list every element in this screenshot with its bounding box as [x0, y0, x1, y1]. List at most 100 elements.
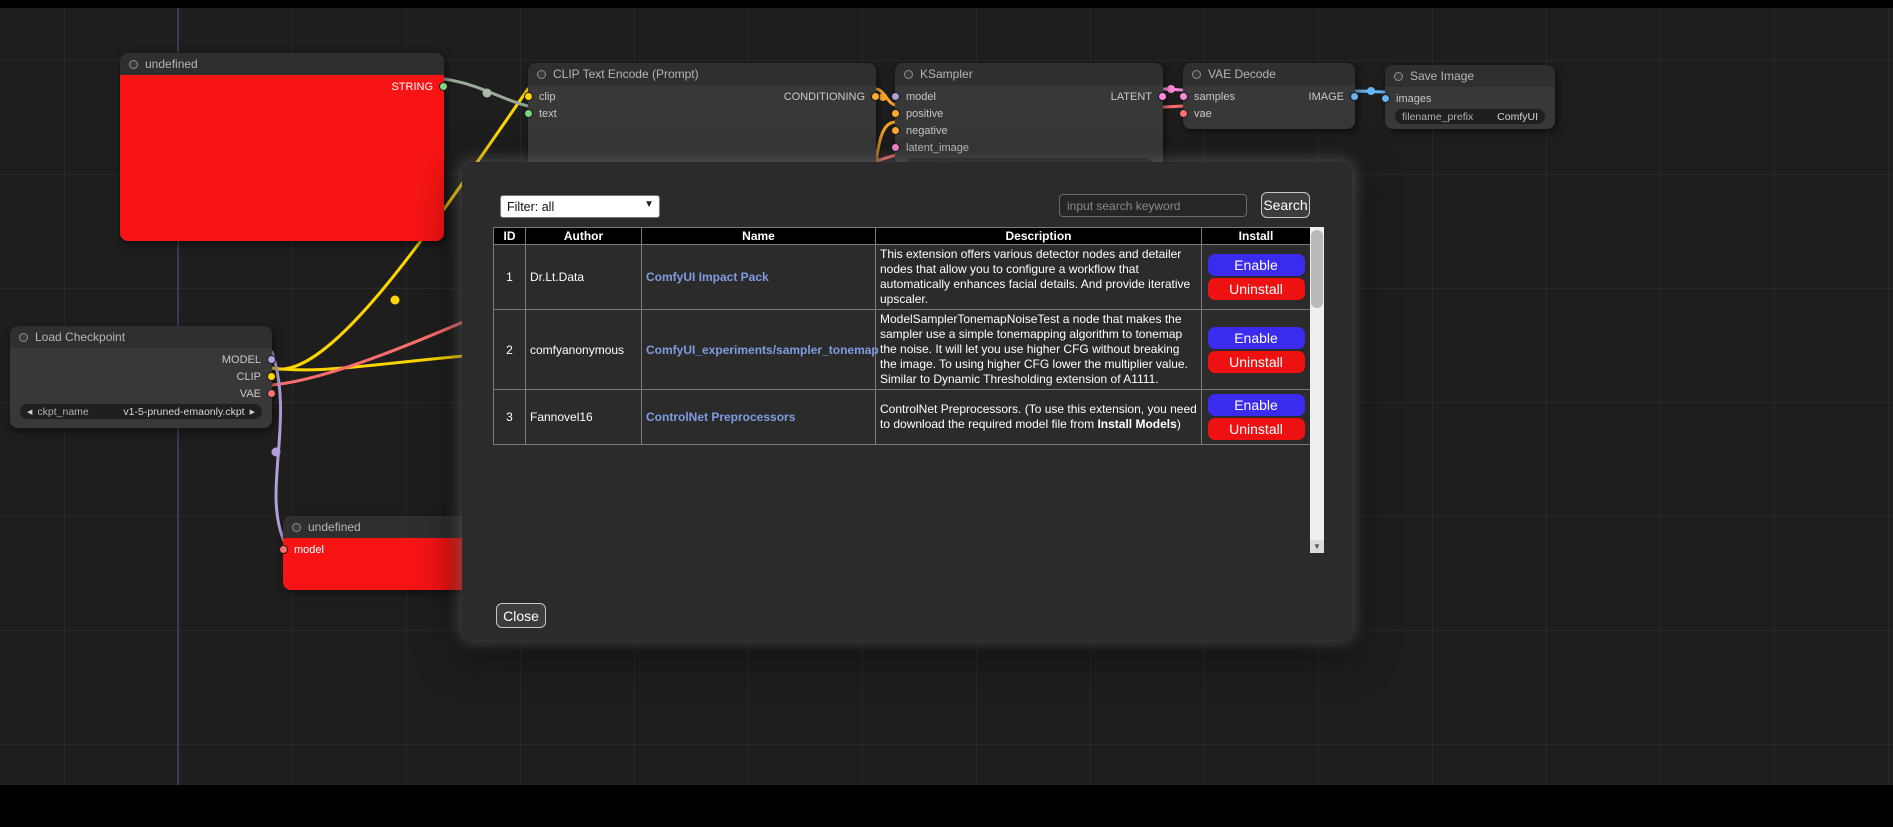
extension-description: ControlNet Preprocessors. (To use this e… [876, 390, 1202, 445]
node-header[interactable]: CLIP Text Encode (Prompt) [528, 63, 876, 85]
wire-string [444, 79, 528, 106]
decrement-arrow-icon[interactable]: ◀ [27, 408, 32, 416]
node-vae-decode[interactable]: VAE Decode samplesIMAGEvae [1183, 63, 1355, 129]
enable-button[interactable]: Enable [1208, 327, 1305, 349]
output-dot[interactable] [267, 355, 276, 364]
node-title: KSampler [920, 67, 973, 81]
close-button[interactable]: Close [496, 603, 546, 628]
extension-name-cell: ComfyUI Impact Pack [642, 245, 876, 310]
scroll-down-arrow-icon[interactable]: ▼ [1310, 540, 1324, 553]
comfyui-screen: undefined STRING CLIP Text Encode (Promp… [0, 0, 1893, 827]
latent-output-slot[interactable]: LATENT [1111, 88, 1167, 105]
images-input-slot[interactable]: images [1381, 90, 1431, 107]
vae-input-slot[interactable]: vae [1179, 105, 1212, 122]
search-input[interactable] [1059, 194, 1247, 217]
input-dot[interactable] [1381, 94, 1390, 103]
output-dot[interactable] [1158, 92, 1167, 101]
text-input-slot[interactable]: text [524, 105, 557, 122]
input-dot[interactable] [891, 109, 900, 118]
string-output-slot[interactable]: STRING [391, 78, 448, 95]
samples-input-slot[interactable]: samples [1179, 88, 1235, 105]
output-dot[interactable] [439, 82, 448, 91]
node-title: undefined [145, 57, 198, 71]
output-label: CONDITIONING [784, 91, 865, 103]
extension-id: 1 [494, 245, 526, 310]
conditioning-output-slot[interactable]: CONDITIONING [784, 88, 880, 105]
output-dot[interactable] [267, 372, 276, 381]
node-header[interactable]: VAE Decode [1183, 63, 1355, 85]
column-header-name: Name [642, 228, 876, 245]
model-input-slot[interactable]: model [279, 541, 324, 558]
model-output-slot[interactable]: MODEL [222, 351, 276, 368]
filter-select[interactable]: Filter: all [500, 195, 660, 218]
wire-midpoint-dot [272, 448, 281, 457]
uninstall-button[interactable]: Uninstall [1208, 351, 1305, 373]
collapse-dot-icon[interactable] [19, 333, 28, 342]
extension-table: IDAuthorNameDescriptionInstall 1Dr.Lt.Da… [493, 227, 1311, 445]
extension-link[interactable]: ComfyUI_experiments/sampler_tonemap [646, 343, 879, 357]
collapse-dot-icon[interactable] [292, 523, 301, 532]
wire-midpoint-dot [483, 89, 492, 98]
input-dot[interactable] [524, 109, 533, 118]
extension-row: 3Fannovel16ControlNet PreprocessorsContr… [494, 390, 1311, 445]
vae-output-slot[interactable]: VAE [240, 385, 276, 402]
node-save-image[interactable]: Save Image images filename_prefixComfyUI [1385, 65, 1555, 129]
table-scrollbar[interactable]: ▼ [1310, 227, 1324, 553]
scrollbar-thumb[interactable] [1311, 230, 1323, 308]
extension-name-cell: ComfyUI_experiments/sampler_tonemap [642, 310, 876, 390]
column-header-description: Description [876, 228, 1202, 245]
clip-output-slot[interactable]: CLIP [237, 368, 276, 385]
input-dot[interactable] [279, 545, 288, 554]
input-dot[interactable] [524, 92, 533, 101]
enable-button[interactable]: Enable [1208, 254, 1305, 276]
node-header[interactable]: KSampler [895, 63, 1163, 85]
input-dot[interactable] [891, 92, 900, 101]
filter-select-wrap: Filter: all ▼ [500, 195, 660, 218]
node-header[interactable]: undefined [120, 53, 444, 75]
collapse-dot-icon[interactable] [1192, 70, 1201, 79]
collapse-dot-icon[interactable] [1394, 72, 1403, 81]
ckpt_name-widget[interactable]: ◀ckpt_namev1-5-pruned-emaonly.ckpt▶ [20, 404, 262, 419]
node-undefined-top[interactable]: undefined STRING [120, 53, 444, 241]
extension-link[interactable]: ControlNet Preprocessors [646, 410, 795, 424]
filename_prefix-widget[interactable]: filename_prefixComfyUI [1395, 109, 1545, 124]
extension-link[interactable]: ComfyUI Impact Pack [646, 270, 769, 284]
collapse-dot-icon[interactable] [129, 60, 138, 69]
input-label: images [1396, 93, 1431, 105]
input-label: negative [906, 125, 948, 137]
extension-row: 2comfyanonymousComfyUI_experiments/sampl… [494, 310, 1311, 390]
output-dot[interactable] [267, 389, 276, 398]
search-button[interactable]: Search [1261, 192, 1310, 218]
extension-install-cell: EnableUninstall [1202, 310, 1311, 390]
input-dot[interactable] [1179, 92, 1188, 101]
latent_image-input-slot[interactable]: latent_image [891, 139, 969, 156]
wire-midpoint-dot [1167, 85, 1175, 93]
input-dot[interactable] [891, 126, 900, 135]
collapse-dot-icon[interactable] [537, 70, 546, 79]
positive-input-slot[interactable]: positive [891, 105, 943, 122]
input-dot[interactable] [1179, 109, 1188, 118]
output-label: MODEL [222, 354, 261, 366]
extension-description: This extension offers various detector n… [876, 245, 1202, 310]
node-load-checkpoint[interactable]: Load Checkpoint MODELCLIPVAE◀ckpt_namev1… [10, 326, 272, 428]
column-header-id: ID [494, 228, 526, 245]
output-dot[interactable] [1350, 92, 1359, 101]
node-body: samplesIMAGEvae [1183, 85, 1355, 129]
input-dot[interactable] [891, 143, 900, 152]
extension-grid: IDAuthorNameDescriptionInstall 1Dr.Lt.Da… [493, 227, 1324, 553]
uninstall-button[interactable]: Uninstall [1208, 418, 1305, 440]
model-input-slot[interactable]: model [891, 88, 936, 105]
clip-input-slot[interactable]: clip [524, 88, 556, 105]
node-header[interactable]: Save Image [1385, 65, 1555, 87]
uninstall-button[interactable]: Uninstall [1208, 278, 1305, 300]
negative-input-slot[interactable]: negative [891, 122, 948, 139]
output-dot[interactable] [871, 92, 880, 101]
node-header[interactable]: Load Checkpoint [10, 326, 272, 348]
node-body: STRING [120, 75, 444, 241]
image-output-slot[interactable]: IMAGE [1309, 88, 1359, 105]
input-label: model [906, 91, 936, 103]
increment-arrow-icon[interactable]: ▶ [250, 408, 255, 416]
collapse-dot-icon[interactable] [904, 70, 913, 79]
input-label: samples [1194, 91, 1235, 103]
enable-button[interactable]: Enable [1208, 394, 1305, 416]
